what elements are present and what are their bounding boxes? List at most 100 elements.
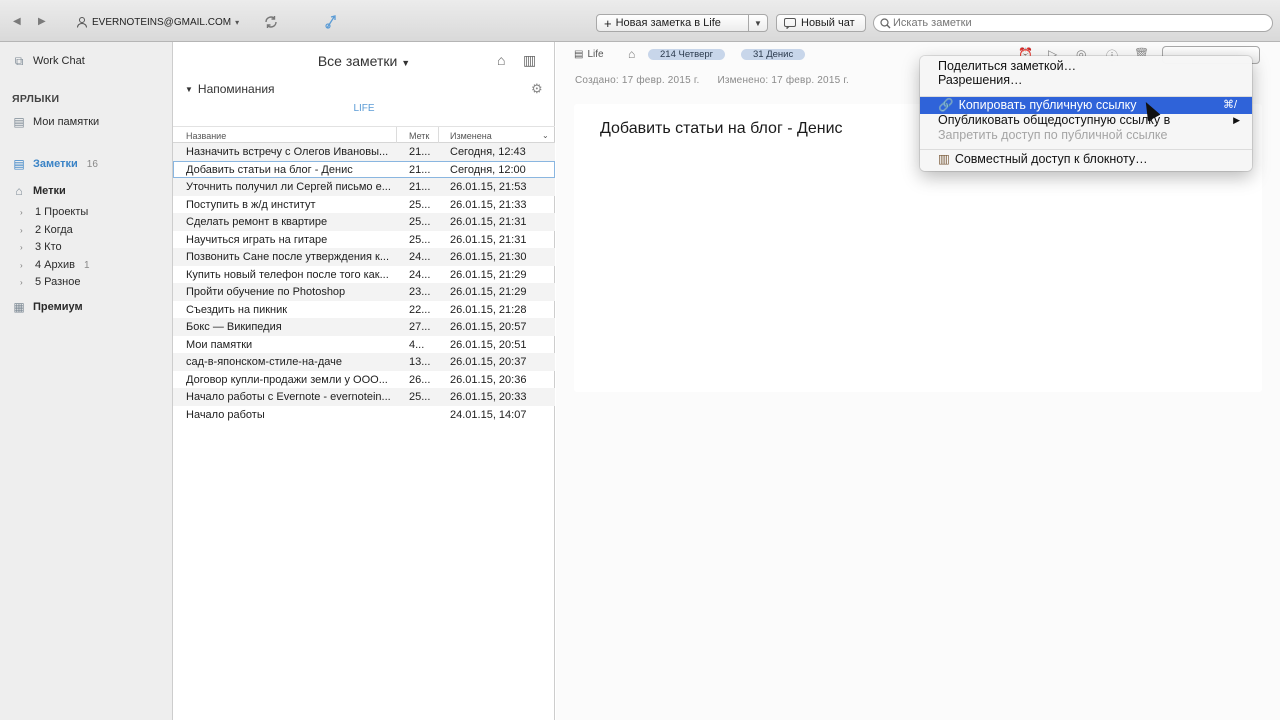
note-icon: ▤ — [13, 115, 25, 129]
note-tag: 4... — [409, 338, 425, 351]
sidebar-item-shortcut[interactable]: ▤ Мои памятки — [12, 115, 99, 129]
sidebar-item-tags[interactable]: ⌂ Метки — [12, 184, 66, 198]
table-row[interactable]: Начало работы 24.01.15, 14:07 — [173, 406, 555, 424]
share-notebook-icon[interactable]: ⌂ — [497, 52, 505, 68]
chat-icon — [784, 17, 796, 29]
account-email: EVERNOTEINS@GMAIL.COM — [92, 16, 232, 28]
notebook-link[interactable]: ▤ Life — [574, 49, 604, 60]
sidebar-item-premium[interactable]: ▦ Премиум — [12, 300, 83, 314]
forward-arrow-icon[interactable]: ▶ — [38, 16, 46, 27]
view-toggle-icon[interactable]: ▥ — [523, 52, 536, 69]
notes-icon: ▤ — [13, 157, 25, 171]
note-tag: 22... — [409, 303, 431, 316]
menu-item-permissions[interactable]: Разрешения… — [920, 72, 1252, 89]
column-divider[interactable] — [438, 127, 439, 143]
search-input[interactable] — [893, 17, 1253, 29]
sidebar-tag-item[interactable]: › 2 Когда — [20, 224, 73, 236]
table-row[interactable]: Добавить статьи на блог - Денис 21... Сего… — [173, 160, 555, 178]
note-name: Научиться играть на гитаре — [186, 233, 328, 246]
new-note-dropdown-icon[interactable]: ▼ — [749, 19, 767, 28]
new-note-label: Новая заметка в Life — [615, 17, 721, 29]
column-tag[interactable]: Метк — [409, 131, 429, 141]
column-modified[interactable]: Изменена — [450, 131, 492, 141]
gear-icon[interactable]: ⚙ — [531, 81, 543, 97]
note-date: 26.01.15, 21:53 — [450, 181, 527, 193]
sidebar-tag-item[interactable]: › 5 Разное — [20, 276, 81, 288]
note-tag: 25... — [409, 216, 431, 228]
note-title[interactable]: Добавить статьи на блог - Денис — [600, 120, 843, 138]
column-divider[interactable] — [396, 127, 397, 143]
note-name: Мои памятки — [186, 338, 253, 351]
sync-icon[interactable] — [263, 14, 279, 30]
tag-count: 1 — [84, 259, 90, 271]
sidebar-tag-item[interactable]: › 3 Кто — [20, 241, 62, 253]
reminders-label: Напоминания — [197, 82, 275, 96]
note-name: Начало работы с Evernote - evernotein... — [186, 391, 391, 403]
chevron-right-icon[interactable]: › — [20, 208, 28, 217]
table-row[interactable]: Съездить на пикник 22... 26.01.15, 21:28 — [173, 301, 555, 319]
note-tag: 13... — [409, 356, 431, 368]
chevron-right-icon[interactable]: › — [20, 226, 28, 235]
tag-pill[interactable]: 214 Четверг — [648, 49, 726, 60]
sidebar-item-work-chat[interactable]: ⧉ Work Chat — [12, 54, 85, 68]
sidebar-item-label: Заметки — [33, 158, 78, 170]
menu-item-label: Совместный доступ к блокноту… — [954, 152, 1148, 166]
sort-chevron-icon[interactable]: ⌄ — [542, 131, 549, 140]
note-list-title: Все заметки — [317, 53, 398, 69]
table-row[interactable]: Купить новый телефон после того как... 24… — [173, 266, 555, 284]
menu-item-share-notebook[interactable]: ▥ Совместный доступ к блокноту… — [920, 151, 1252, 168]
note-name: Позвонить Сане после утверждения к... — [186, 251, 390, 263]
sidebar-item-notes[interactable]: ▤ Заметки 16 — [12, 157, 98, 171]
life-tab[interactable]: LIFE — [173, 103, 555, 114]
search-field[interactable] — [873, 14, 1273, 32]
table-row[interactable]: Бокс — Википедия 27... 26.01.15, 20:57 — [173, 318, 555, 336]
sidebar-tag-item[interactable]: › 4 Архив 1 — [20, 259, 90, 271]
back-arrow-icon[interactable]: ◀ — [13, 16, 21, 27]
chevron-right-icon[interactable]: › — [20, 278, 28, 287]
table-row[interactable]: Мои памятки 4... 26.01.15, 20:51 — [173, 336, 555, 354]
table-row[interactable]: Договор купли-продажи земли у ООО... 26..… — [173, 371, 555, 389]
column-name[interactable]: Название — [186, 131, 226, 141]
table-row[interactable]: Назначить встречу с Олегов Ивановы... 21.… — [173, 143, 555, 161]
note-tag: 21... — [409, 146, 431, 158]
tag-label: 2 Когда — [35, 224, 73, 236]
chevron-right-icon[interactable]: › — [20, 261, 28, 270]
tag-icon[interactable]: ⌂ — [628, 47, 635, 61]
table-row[interactable]: сад-в-японском-стиле-на-даче 13... 26.01.1… — [173, 353, 555, 371]
tag-pill[interactable]: 31 Денис — [741, 49, 806, 60]
notebook-name: Life — [587, 49, 604, 60]
new-chat-button[interactable]: Новый чат — [776, 14, 866, 32]
note-tag: 26... — [409, 373, 431, 386]
chevron-down-icon: ▾ — [235, 17, 240, 27]
note-tag: 25... — [409, 198, 431, 211]
tag-label: 1 Проекты — [35, 206, 89, 218]
sidebar-item-label: Метки — [33, 185, 66, 197]
table-row[interactable]: Уточнить получил ли Сергей письмо е... 21… — [173, 178, 555, 196]
table-row[interactable]: Начало работы с Evernote - evernotein...… — [173, 388, 555, 406]
table-row[interactable]: Научиться играть на гитаре 25... 26.01.15,… — [173, 231, 555, 249]
note-name: Пройти обучение по Photoshop — [186, 286, 346, 298]
chevron-right-icon[interactable]: › — [20, 243, 28, 252]
new-chat-label: Новый чат — [801, 17, 855, 29]
note-tag: 23... — [409, 286, 431, 298]
modified-date: Изменено: 17 февр. 2015 г. — [717, 75, 849, 86]
table-row[interactable]: Поступить в ж/д институт 25... 26.01.15, 2… — [173, 196, 555, 214]
menu-divider — [920, 149, 1252, 150]
table-row[interactable]: Позвонить Сане после утверждения к... 24.… — [173, 248, 555, 266]
note-date: 26.01.15, 21:30 — [450, 251, 527, 263]
reminders-toggle[interactable]: ▼ Напоминания — [185, 82, 275, 96]
account-menu[interactable]: EVERNOTEINS@GMAIL.COM ▾ — [76, 16, 239, 28]
work-chat-icon[interactable] — [324, 14, 338, 30]
created-date: Создано: 17 февр. 2015 г. — [575, 75, 700, 86]
table-row[interactable]: Пройти обучение по Photoshop 23... 26.01.1… — [173, 283, 555, 301]
note-name: Съездить на пикник — [186, 303, 288, 316]
new-note-button[interactable]: + Новая заметка в Life ▼ — [596, 14, 768, 32]
note-name: Купить новый телефон после того как... — [186, 268, 389, 281]
table-row[interactable]: Сделать ремонт в квартире 25... 26.01.15, … — [173, 213, 555, 231]
plus-icon: + — [604, 15, 612, 31]
note-tag: 21... — [409, 181, 431, 193]
note-date: 26.01.15, 21:28 — [450, 303, 527, 316]
note-date: 26.01.15, 20:51 — [450, 338, 527, 351]
sidebar-item-label: Премиум — [33, 301, 83, 313]
sidebar-tag-item[interactable]: › 1 Проекты — [20, 206, 88, 218]
